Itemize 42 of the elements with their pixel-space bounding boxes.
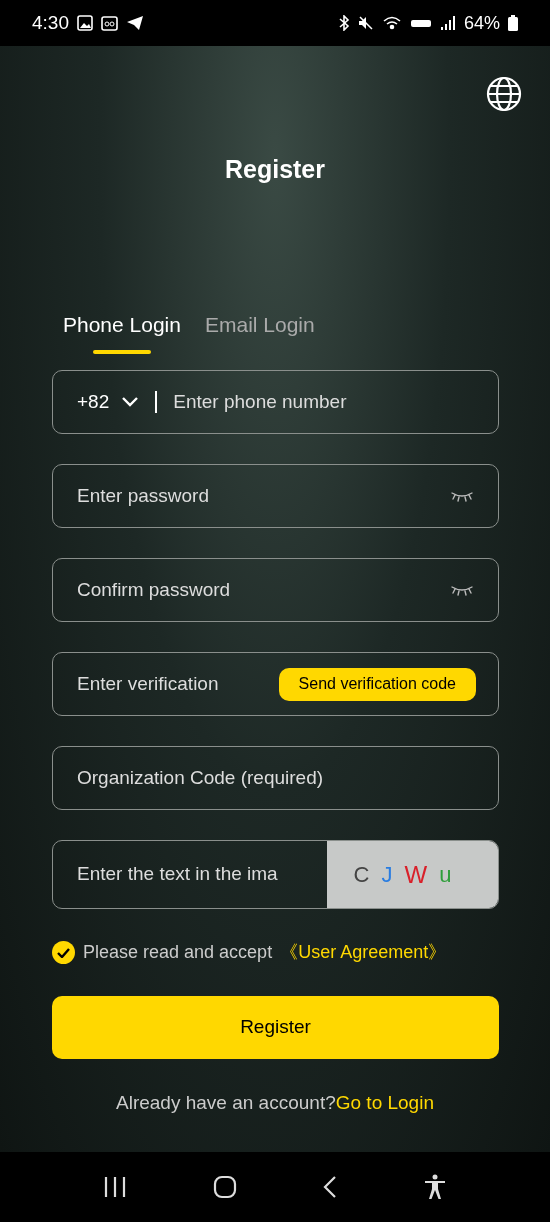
password-input[interactable]: Enter password: [77, 481, 450, 511]
recent-apps-icon[interactable]: [103, 1176, 127, 1198]
captcha-input[interactable]: Enter the text in the ima: [53, 841, 327, 908]
battery-icon: [508, 15, 518, 31]
register-button[interactable]: Register: [52, 996, 499, 1059]
accessibility-icon[interactable]: [423, 1174, 447, 1200]
password-field[interactable]: Enter password: [52, 464, 499, 528]
globe-icon[interactable]: [486, 76, 522, 112]
go-to-login-link[interactable]: Go to Login: [335, 1089, 434, 1118]
bluetooth-icon: [337, 15, 350, 31]
image-icon: [77, 15, 93, 31]
agreement-text: Please read and accept: [83, 941, 273, 964]
home-icon[interactable]: [213, 1175, 237, 1199]
cassette-icon: [101, 15, 118, 31]
password-input[interactable]: Confirm password: [77, 575, 450, 605]
page-title: Register: [223, 154, 326, 185]
check-icon: [57, 947, 70, 958]
mute-icon: [357, 15, 374, 31]
signal-icon: [439, 15, 456, 31]
chevron-down-icon: [121, 397, 140, 407]
send-icon: [126, 15, 144, 31]
login-tab[interactable]: Email Login: [204, 308, 315, 354]
verification-code-field[interactable]: Enter verification: [77, 669, 247, 699]
user-agreement-link[interactable]: 《User Agreement》: [280, 939, 447, 966]
organization-code-field[interactable]: Organization Code (required): [52, 746, 499, 810]
phone-field[interactable]: +82 Enter phone number: [52, 370, 499, 434]
closed-eye-icon[interactable]: [450, 490, 474, 502]
login-tab[interactable]: Phone Login: [63, 308, 181, 354]
wifi-icon: [381, 15, 402, 31]
captcha-field-box[interactable]: Enter the text in the ima C J W u: [52, 840, 499, 909]
send-code-button[interactable]: Send verification code: [278, 667, 476, 701]
password-field[interactable]: Confirm password: [52, 558, 499, 622]
back-icon[interactable]: [323, 1175, 337, 1199]
phone-number-input[interactable]: Enter phone number: [173, 387, 474, 417]
captcha-image[interactable]: C J W u: [327, 841, 498, 908]
country-code-dropdown[interactable]: +82: [77, 387, 140, 417]
battery-percent: 64%: [463, 11, 500, 35]
organization-code-input[interactable]: Organization Code (required): [77, 763, 474, 793]
agreement-checkbox[interactable]: [52, 941, 75, 964]
status-time: 4:30: [32, 10, 69, 35]
closed-eye-icon[interactable]: [450, 584, 474, 596]
account-prompt: Already have an account?: [116, 1091, 336, 1115]
